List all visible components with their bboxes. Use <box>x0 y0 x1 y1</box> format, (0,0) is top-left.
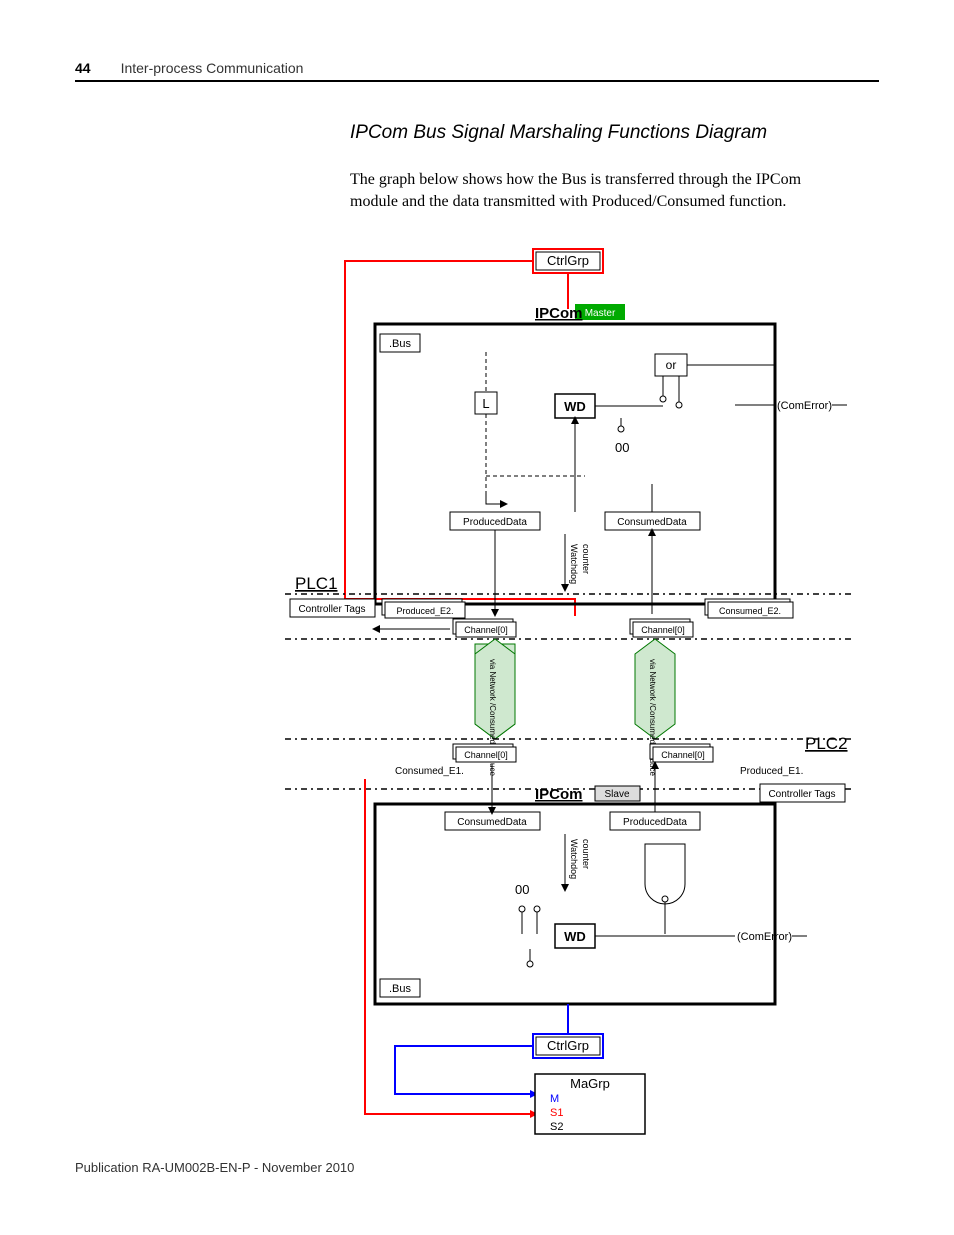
slave-label: Slave <box>604 789 629 800</box>
zeros-top: 00 <box>615 440 629 455</box>
ipcom-bottom-frame <box>375 804 775 1004</box>
produced-e1: Produced_E1. <box>740 766 803 777</box>
section-body: The graph below shows how the Bus is tra… <box>350 169 850 214</box>
counter-bottom: counter <box>581 839 591 869</box>
plc2-label: PLC2 <box>805 734 848 753</box>
diagram: CtrlGrp Master IPCom .Bus or (ComError) <box>275 244 879 1149</box>
consumed-e1: Consumed_E1. <box>395 766 464 777</box>
produced-data-top-t: ProducedData <box>463 517 527 528</box>
publication-footer: Publication RA-UM002B-EN-P - November 20… <box>75 1160 354 1175</box>
WD-bottom: WD <box>564 929 586 944</box>
plc1-ch-left: Channel[0] <box>464 625 508 635</box>
ipcom-bottom: IPCom <box>535 786 583 803</box>
bus-bottom: .Bus <box>389 983 412 995</box>
produced-data-bottom: ProducedData <box>623 817 687 828</box>
section-title: IPCom Bus Signal Marshaling Functions Di… <box>350 122 879 144</box>
zeros-bottom: 00 <box>515 882 529 897</box>
produced-e2: Produced_E2. <box>396 606 453 616</box>
counter-top: counter <box>581 544 591 574</box>
plc1-ctrltags-t: Controller Tags <box>298 604 365 615</box>
magrp-label: MaGrp <box>570 1076 610 1091</box>
page-header: 44 Inter-process Communication <box>75 60 879 82</box>
S2-label: S2 <box>550 1121 563 1133</box>
plc2-ch-left: Channel[0] <box>464 750 508 760</box>
watchdog-top: Watchdog <box>569 544 579 584</box>
consumed-e2: Consumed_E2. <box>719 606 781 616</box>
WD-top: WD <box>564 399 586 414</box>
ctrlgrp-top: CtrlGrp <box>547 253 589 268</box>
plc1-label: PLC1 <box>295 574 338 593</box>
comerror-top: (ComError) <box>777 400 832 412</box>
ipcom-top: IPCom <box>535 305 583 322</box>
comerror-bottom: (ComError) <box>737 931 792 943</box>
chapter-title: Inter-process Communication <box>121 60 304 76</box>
plc2-ch-right: Channel[0] <box>661 750 705 760</box>
L-label: L <box>482 396 489 411</box>
page-number: 44 <box>75 60 91 76</box>
M-label: M <box>550 1093 559 1105</box>
consumed-data-top-t: ConsumedData <box>617 517 687 528</box>
watchdog-bottom: Watchdog <box>569 839 579 879</box>
consumed-data-bottom: ConsumedData <box>457 817 527 828</box>
ctrlgrp-bottom: CtrlGrp <box>547 1038 589 1053</box>
plc1-ch-right: Channel[0] <box>641 625 685 635</box>
or-label: or <box>666 358 677 372</box>
svg-text:Controller Tags: Controller Tags <box>768 789 835 800</box>
master-label: Master <box>585 308 616 319</box>
bus-top: .Bus <box>389 338 412 350</box>
S1-label: S1 <box>550 1107 563 1119</box>
